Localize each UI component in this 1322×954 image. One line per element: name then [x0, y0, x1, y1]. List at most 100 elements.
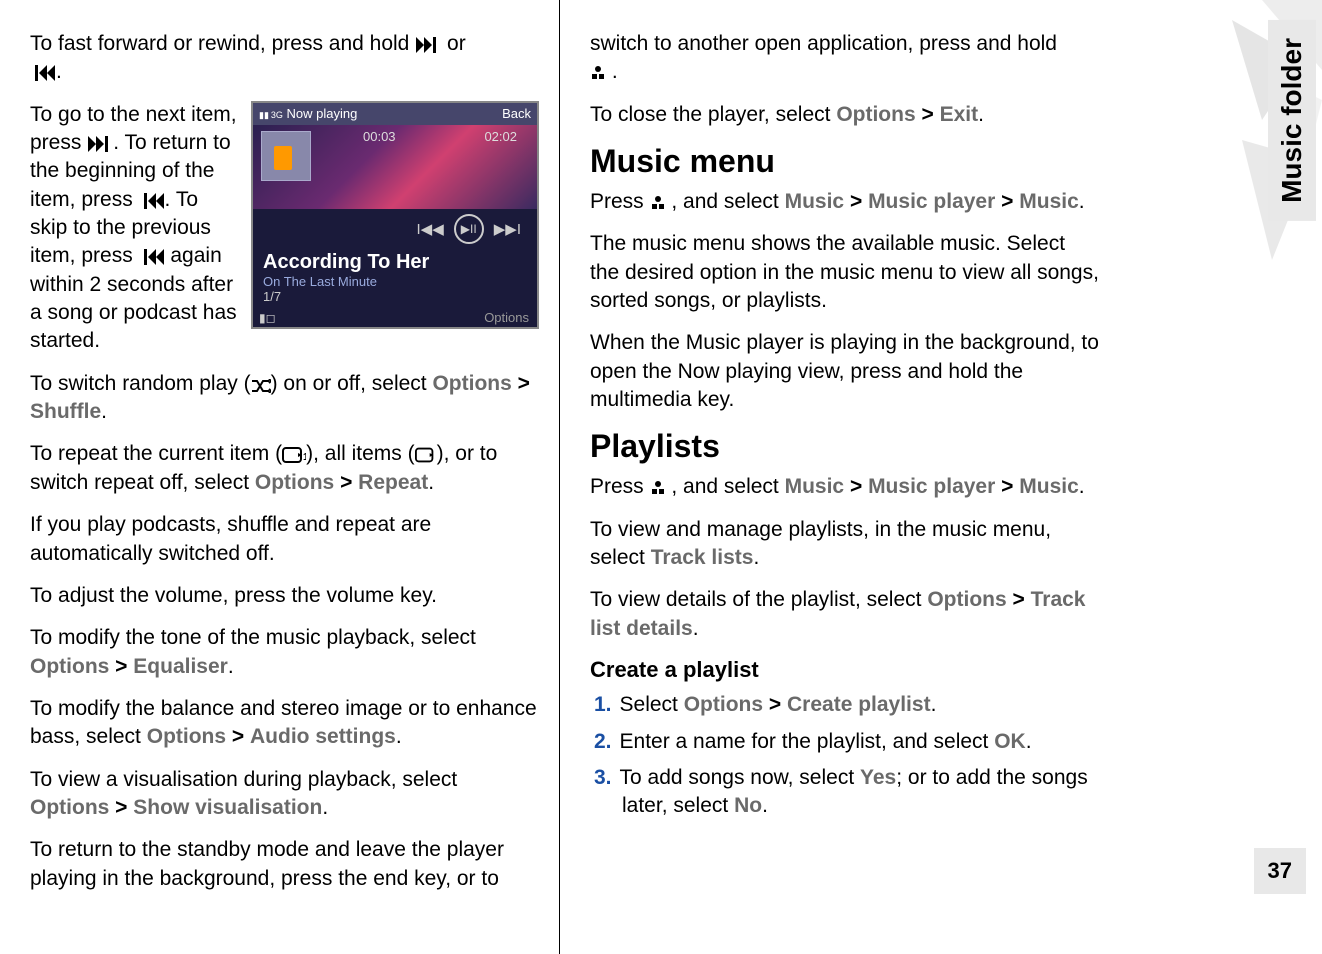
heading-create-playlist: Create a playlist — [590, 657, 1100, 683]
text: To repeat the current item ( — [30, 442, 282, 465]
paragraph: If you play podcasts, shuffle and repeat… — [30, 511, 539, 568]
menu-repeat: Repeat — [358, 471, 428, 494]
fast-forward-icon — [415, 37, 441, 53]
album-art-icon — [261, 131, 311, 181]
section-tab: Music folder — [1268, 20, 1316, 221]
text: . — [228, 655, 234, 678]
rewind-icon — [30, 65, 56, 81]
paragraph: The music menu shows the available music… — [590, 230, 1100, 315]
text: Press — [590, 475, 650, 498]
screenshot-title: Now playing — [287, 106, 358, 121]
next-track-icon: ▶▶I — [494, 220, 521, 238]
repeat-all-icon — [415, 447, 437, 463]
menu-options: Options — [836, 103, 915, 126]
menu-audio-settings: Audio settings — [250, 725, 396, 748]
menu-exit: Exit — [940, 103, 979, 126]
heading-music-menu: Music menu — [590, 143, 1100, 180]
paragraph: To fast forward or rewind, press and hol… — [30, 30, 539, 87]
text: Enter a name for the playlist, and selec… — [620, 730, 995, 753]
text: . — [762, 794, 768, 817]
page-number: 37 — [1254, 848, 1306, 894]
heading-playlists: Playlists — [590, 428, 1100, 465]
paragraph: To modify the tone of the music playback… — [30, 624, 539, 681]
text: To close the player, select — [590, 103, 836, 126]
track-counter: 1/7 — [253, 289, 537, 304]
text: . — [606, 60, 618, 83]
menu-yes: Yes — [860, 766, 896, 789]
text: To modify the tone of the music playback… — [30, 626, 476, 649]
text: To switch random play ( — [30, 372, 251, 395]
prev-track-icon: I◀◀ — [417, 220, 444, 238]
menu-options: Options — [432, 372, 511, 395]
paragraph: To view and manage playlists, in the mus… — [590, 516, 1100, 573]
menu-create-playlist: Create playlist — [787, 693, 931, 716]
menu-options: Options — [684, 693, 763, 716]
paragraph: To return to the standby mode and leave … — [30, 836, 539, 893]
menu-equaliser: Equaliser — [133, 655, 228, 678]
album-name: On The Last Minute — [253, 274, 537, 289]
paragraph: Press , and select Music > Music player … — [590, 473, 1100, 501]
signal-icon: ▮▮ — [259, 110, 269, 120]
menu-options: Options — [147, 725, 226, 748]
menu-key-icon — [650, 480, 666, 496]
paragraph: switch to another open application, pres… — [590, 30, 1100, 87]
menu-options: Options — [255, 471, 334, 494]
text: . — [1079, 475, 1085, 498]
menu-show-visualisation: Show visualisation — [133, 796, 322, 819]
text: To view details of the playlist, select — [590, 588, 927, 611]
menu-music-player: Music player — [868, 190, 995, 213]
text: To view a visualisation during playback,… — [30, 768, 457, 791]
text: switch to another open application, pres… — [590, 32, 1057, 55]
text: Press — [590, 190, 650, 213]
menu-key-icon — [650, 195, 666, 211]
right-column: switch to another open application, pres… — [560, 0, 1120, 954]
menu-shuffle: Shuffle — [30, 400, 101, 423]
page-sidebar: Music folder 37 — [1180, 0, 1322, 954]
options-softkey: Options — [484, 310, 529, 325]
menu-music-player: Music player — [868, 475, 995, 498]
text: . — [101, 400, 107, 423]
text: . — [1026, 730, 1032, 753]
text: ) on or off, select — [271, 372, 433, 395]
text: Select — [620, 693, 684, 716]
battery-icon: ▮◻ — [259, 311, 276, 325]
signal-label: 3G — [271, 110, 283, 120]
step-number: 1. — [594, 693, 612, 716]
menu-ok: OK — [994, 730, 1026, 753]
repeat-one-icon — [282, 447, 306, 463]
step-number: 3. — [594, 766, 612, 789]
paragraph: To view details of the playlist, select … — [590, 586, 1100, 643]
back-softkey: Back — [502, 106, 531, 121]
player-screenshot: ▮▮3G Now playing Back 00:03 02:02 I◀◀ ▶I… — [251, 101, 539, 329]
menu-options: Options — [927, 588, 1006, 611]
menu-music: Music — [785, 475, 845, 498]
menu-music: Music — [1019, 475, 1079, 498]
text: ), all items ( — [306, 442, 415, 465]
play-pause-icon: ▶II — [454, 214, 484, 244]
text: , and select — [666, 190, 785, 213]
page-content: To fast forward or rewind, press and hol… — [0, 0, 1180, 954]
menu-key-icon — [590, 65, 606, 81]
paragraph: To adjust the volume, press the volume k… — [30, 582, 539, 610]
prev-icon — [139, 193, 165, 209]
paragraph: To repeat the current item ( ), all items… — [30, 440, 539, 497]
menu-no: No — [734, 794, 762, 817]
text: . — [56, 60, 62, 83]
text: or — [447, 32, 466, 55]
song-title: According To Her — [253, 249, 537, 274]
text: , and select — [666, 475, 785, 498]
text: . — [322, 796, 328, 819]
next-icon — [87, 136, 113, 152]
menu-options: Options — [30, 796, 109, 819]
menu-options: Options — [30, 655, 109, 678]
paragraph: When the Music player is playing in the … — [590, 329, 1100, 414]
menu-track-lists: Track lists — [651, 546, 754, 569]
text: . — [396, 725, 402, 748]
text: To fast forward or rewind, press and hol… — [30, 32, 415, 55]
paragraph: To close the player, select Options > Ex… — [590, 101, 1100, 129]
menu-music: Music — [785, 190, 845, 213]
list-item: 2.Enter a name for the playlist, and sel… — [594, 728, 1100, 756]
elapsed-time: 00:03 — [363, 129, 396, 144]
paragraph: Press , and select Music > Music player … — [590, 188, 1100, 216]
list-item: 1.Select Options > Create playlist. — [594, 691, 1100, 719]
